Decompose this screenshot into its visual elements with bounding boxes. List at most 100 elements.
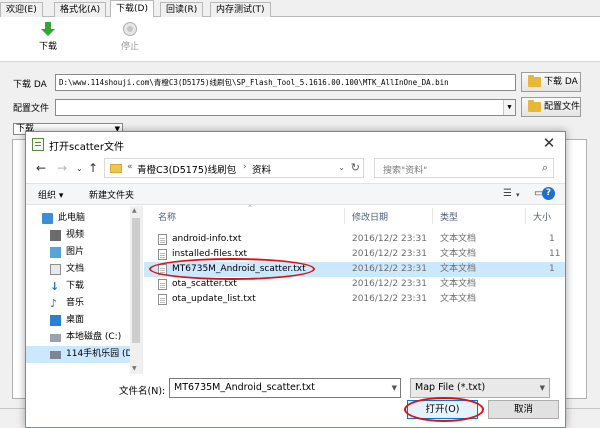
folder-icon	[528, 100, 541, 112]
nav-item-label: 视频	[66, 230, 85, 240]
scatter-file-label: 配置文件	[544, 102, 581, 112]
sort-ascending-icon: ⌃	[247, 204, 253, 212]
chevron-right-icon: ›	[243, 162, 247, 172]
column-header-modified[interactable]: 修改日期	[352, 210, 388, 223]
breadcrumb-segment[interactable]: 资料	[252, 162, 271, 176]
file-row[interactable]: android-info.txt 2016/12/2 23:31 文本文档 1	[144, 232, 565, 247]
tab-download[interactable]: 下载(D)	[110, 0, 154, 18]
stop-icon	[123, 22, 137, 36]
search-input[interactable]: 搜索"资料" ⌕	[374, 158, 554, 178]
chevron-down-icon[interactable]: ▾	[516, 191, 520, 199]
back-arrow-icon[interactable]: ←	[36, 161, 46, 175]
column-divider[interactable]	[432, 208, 433, 224]
nav-item-this-pc[interactable]: 此电脑	[26, 210, 130, 227]
nav-item-desktop[interactable]: 桌面	[26, 312, 130, 329]
column-divider[interactable]	[344, 208, 345, 224]
open-scatter-dialog: 打开scatter文件 ✕ ← → ⌄ ↑ « 青橙C3(D5175)线刷包 ›…	[25, 131, 566, 428]
nav-item-label: 音乐	[66, 298, 85, 308]
dialog-titlebar: 打开scatter文件 ✕	[26, 132, 565, 157]
desktop-icon	[50, 315, 61, 326]
nav-item-label: 本地磁盘 (C:)	[66, 332, 122, 342]
column-header-type[interactable]: 类型	[440, 210, 458, 223]
download-icon: ↓	[50, 280, 60, 293]
nav-scrollbar[interactable]: ▲ ▼	[130, 206, 142, 374]
filename-value: MT6735M_Android_scatter.txt	[174, 382, 316, 393]
nav-item-videos[interactable]: 视频	[26, 227, 130, 244]
scroll-up-icon[interactable]: ▲	[132, 207, 137, 214]
chevron-down-icon[interactable]: ⌄	[76, 164, 83, 173]
download-arrow-icon	[41, 22, 55, 36]
drive-icon	[50, 351, 61, 359]
filetype-select[interactable]: Map File (*.txt) ▼	[410, 378, 550, 398]
close-icon[interactable]: ✕	[539, 135, 559, 153]
file-list: 名称 ⌃ 修改日期 类型 大小 android-info.txt 2016/12…	[144, 204, 565, 374]
search-placeholder: 搜索"资料"	[383, 166, 428, 176]
up-arrow-icon[interactable]: ↑	[88, 161, 98, 175]
filename-label: 文件名(N):	[119, 386, 166, 397]
da-path-field[interactable]: D:\www.114shouji.com\青橙C3(D5175)线刷包\SP_F…	[55, 74, 516, 91]
filetype-value: Map File (*.txt)	[415, 382, 486, 393]
nav-item-downloads[interactable]: ↓ 下载	[26, 278, 130, 295]
dialog-command-bar: 组织 ▾ 新建文件夹 ☰ ▾ ▭ ?	[26, 183, 565, 205]
text-file-icon	[158, 234, 167, 245]
dialog-nav-bar: ← → ⌄ ↑ « 青橙C3(D5175)线刷包 › 资料 ⌄ ↻ 搜索"资料"…	[26, 157, 565, 181]
file-type: 文本文档	[440, 249, 477, 259]
breadcrumb-segment[interactable]: 青橙C3(D5175)线刷包	[137, 162, 236, 176]
video-icon	[50, 230, 61, 241]
download-da-button[interactable]: 下载 DA	[521, 72, 581, 92]
search-icon[interactable]: ⌕	[542, 161, 548, 175]
nav-item-documents[interactable]: 文档	[26, 261, 130, 278]
cancel-button[interactable]: 取消	[488, 400, 559, 419]
nav-item-music[interactable]: ♪ 音乐	[26, 295, 130, 312]
column-divider[interactable]	[525, 208, 526, 224]
folder-icon	[110, 164, 122, 173]
app-icon	[32, 138, 44, 151]
file-modified: 2016/12/2 23:31	[352, 264, 427, 274]
chevron-down-icon[interactable]: ⌄	[338, 163, 345, 172]
chevron-down-icon[interactable]: ▼	[503, 100, 515, 115]
scatter-label: 配置文件	[13, 104, 50, 114]
file-size: 11	[549, 249, 561, 259]
view-options-icon[interactable]: ☰	[503, 188, 512, 199]
filename-input[interactable]: MT6735M_Android_scatter.txt ▼	[169, 378, 401, 398]
stop-button[interactable]: 停止	[110, 21, 150, 52]
nav-item-drive-d[interactable]: 114手机乐园 (D:	[26, 346, 136, 363]
file-type: 文本文档	[440, 279, 477, 289]
address-prefix: «	[127, 162, 133, 172]
text-file-icon	[158, 294, 167, 305]
column-header-name[interactable]: 名称	[158, 210, 176, 223]
file-name: ota_update_list.txt	[172, 294, 256, 304]
tab-memory-test[interactable]: 内存测试(T)	[210, 2, 271, 17]
nav-item-pictures[interactable]: 图片	[26, 244, 130, 261]
chevron-down-icon[interactable]: ▼	[392, 379, 397, 397]
address-bar[interactable]: « 青橙C3(D5175)线刷包 › 资料 ⌄ ↻	[104, 158, 364, 178]
scatter-path-combo[interactable]: ▼	[55, 99, 516, 116]
refresh-icon[interactable]: ↻	[351, 161, 360, 174]
file-name: android-info.txt	[172, 234, 242, 244]
new-folder-button[interactable]: 新建文件夹	[89, 188, 134, 201]
scrollbar-thumb[interactable]	[132, 218, 140, 343]
navigation-pane: 此电脑 视频 图片 文档 ↓ 下载 ♪ 音乐 桌面 本地磁盘 (C:) 114手…	[26, 206, 143, 374]
nav-item-drive-c[interactable]: 本地磁盘 (C:)	[26, 329, 130, 346]
column-header-size[interactable]: 大小	[533, 210, 551, 223]
file-type: 文本文档	[440, 294, 477, 304]
tab-format[interactable]: 格式化(A)	[54, 2, 107, 17]
annotation-oval	[404, 397, 484, 422]
nav-item-label: 114手机乐园 (D:	[66, 349, 136, 359]
scroll-down-icon[interactable]: ▼	[132, 365, 137, 372]
organize-button[interactable]: 组织 ▾	[38, 188, 63, 201]
tab-welcome[interactable]: 欢迎(E)	[0, 2, 43, 17]
document-icon	[50, 264, 61, 275]
forward-arrow-icon[interactable]: →	[57, 161, 67, 175]
download-button[interactable]: 下载	[28, 21, 68, 52]
folder-icon	[528, 75, 541, 87]
tab-readback[interactable]: 回读(R)	[160, 2, 204, 17]
download-label: 下载	[38, 42, 57, 52]
da-label: 下载 DA	[13, 80, 47, 90]
scatter-file-button[interactable]: 配置文件	[521, 97, 581, 117]
help-icon[interactable]: ?	[542, 187, 555, 200]
file-modified: 2016/12/2 23:31	[352, 249, 427, 259]
file-row[interactable]: ota_update_list.txt 2016/12/2 23:31 文本文档	[144, 292, 565, 307]
drive-icon	[50, 334, 61, 342]
music-icon: ♪	[50, 297, 58, 310]
